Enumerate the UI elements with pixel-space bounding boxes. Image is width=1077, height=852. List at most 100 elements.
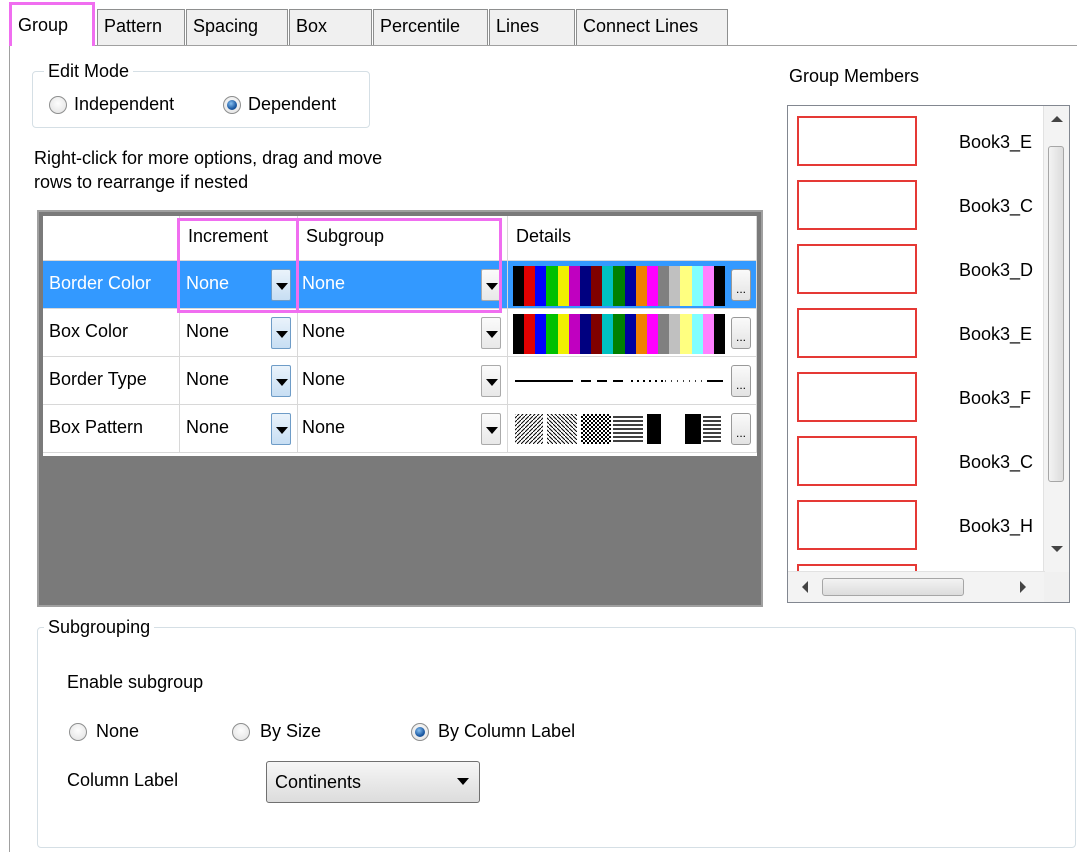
member-label[interactable]: Book3_E bbox=[959, 324, 1032, 345]
color-chip bbox=[546, 266, 558, 306]
color-chip bbox=[646, 314, 659, 354]
subgroup-select-box-pattern[interactable]: None bbox=[298, 405, 508, 453]
column-label-value: Continents bbox=[275, 772, 362, 792]
scroll-down-icon[interactable] bbox=[1051, 546, 1063, 552]
color-chip bbox=[546, 314, 558, 354]
row-label-box-color[interactable]: Box Color bbox=[43, 309, 180, 357]
color-chip bbox=[691, 266, 703, 306]
group-members-list[interactable]: Book3_E Book3_C Book3_D Book3_E Book3_F … bbox=[787, 105, 1070, 603]
line-style-list-swatch bbox=[515, 380, 723, 382]
subgroup-by-column-label-label: By Column Label bbox=[438, 721, 576, 741]
column-label-label: Column Label bbox=[67, 770, 179, 790]
subgroup-by-column-label-radio[interactable] bbox=[411, 723, 429, 741]
tab-pattern[interactable]: Pattern bbox=[97, 9, 185, 45]
row-label-border-type[interactable]: Border Type bbox=[43, 357, 180, 405]
color-chip bbox=[713, 314, 725, 354]
group-grid[interactable]: Increment Subgroup Details Border Color … bbox=[37, 210, 763, 607]
chevron-down-icon[interactable] bbox=[271, 269, 291, 301]
more-button[interactable]: ... bbox=[731, 413, 751, 445]
more-button[interactable]: ... bbox=[731, 317, 751, 349]
vertical-scrollbar[interactable] bbox=[1043, 106, 1069, 572]
member-label[interactable]: Book3_C bbox=[959, 196, 1033, 217]
member-label[interactable]: Book3_C bbox=[959, 452, 1033, 473]
tab-spacing[interactable]: Spacing bbox=[186, 9, 288, 45]
member-swatch bbox=[797, 500, 917, 550]
color-chip bbox=[680, 266, 692, 306]
independent-label: Independent bbox=[74, 94, 175, 114]
subgroup-by-size-radio[interactable] bbox=[232, 723, 250, 741]
subgroup-by-size-label: By Size bbox=[260, 721, 322, 741]
color-chip bbox=[602, 266, 614, 306]
member-label[interactable]: Book3_F bbox=[959, 388, 1031, 409]
color-chip bbox=[513, 266, 525, 306]
color-chip bbox=[535, 266, 547, 306]
pattern-list-swatch bbox=[515, 414, 721, 444]
chevron-down-icon bbox=[457, 778, 469, 785]
tab-bar: Group Pattern Spacing Box Percentile Lin… bbox=[0, 0, 1077, 46]
hint-line-2: rows to rearrange if nested bbox=[34, 172, 249, 192]
header-increment[interactable]: Increment bbox=[180, 216, 298, 261]
member-swatch bbox=[797, 308, 917, 358]
color-chip bbox=[702, 266, 714, 306]
member-swatch bbox=[797, 180, 917, 230]
color-chip bbox=[713, 266, 725, 306]
member-label[interactable]: Book3_D bbox=[959, 260, 1033, 281]
independent-radio[interactable] bbox=[49, 96, 67, 114]
color-chip bbox=[524, 314, 536, 354]
color-chip bbox=[691, 314, 703, 354]
row-label-box-pattern[interactable]: Box Pattern bbox=[43, 405, 180, 453]
color-chip bbox=[624, 314, 636, 354]
tab-box[interactable]: Box bbox=[289, 9, 372, 45]
color-chip bbox=[658, 266, 670, 306]
color-chip bbox=[702, 314, 714, 354]
chevron-down-icon[interactable] bbox=[271, 413, 291, 445]
color-chip bbox=[624, 266, 636, 306]
tab-lines[interactable]: Lines bbox=[489, 9, 575, 45]
subgrouping-title: Subgrouping bbox=[44, 617, 155, 638]
tab-connect-lines[interactable]: Connect Lines bbox=[576, 9, 728, 45]
header-corner bbox=[43, 216, 180, 261]
more-button[interactable]: ... bbox=[731, 269, 751, 301]
more-button[interactable]: ... bbox=[731, 365, 751, 397]
subgroup-select-box-color[interactable]: None bbox=[298, 309, 508, 357]
subgroup-none-radio[interactable] bbox=[69, 723, 87, 741]
color-chip bbox=[669, 266, 681, 306]
color-list-swatch bbox=[513, 314, 725, 354]
chevron-down-icon[interactable] bbox=[481, 365, 501, 397]
scroll-left-icon[interactable] bbox=[802, 581, 808, 593]
horizontal-scrollbar[interactable] bbox=[788, 571, 1045, 602]
header-subgroup[interactable]: Subgroup bbox=[298, 216, 508, 261]
color-chip bbox=[568, 266, 580, 306]
member-label[interactable]: Book3_H bbox=[959, 516, 1033, 537]
scroll-up-icon[interactable] bbox=[1051, 116, 1063, 122]
tab-percentile[interactable]: Percentile bbox=[373, 9, 488, 45]
chevron-down-icon[interactable] bbox=[481, 317, 501, 349]
color-chip bbox=[535, 314, 547, 354]
scroll-corner bbox=[1044, 572, 1069, 602]
tab-divider bbox=[94, 45, 1077, 46]
header-details[interactable]: Details bbox=[508, 216, 757, 261]
color-chip bbox=[680, 314, 692, 354]
row-label-border-color[interactable]: Border Color bbox=[43, 261, 180, 309]
color-chip bbox=[602, 314, 614, 354]
chevron-down-icon[interactable] bbox=[271, 317, 291, 349]
chevron-down-icon[interactable] bbox=[481, 413, 501, 445]
color-chip bbox=[613, 266, 625, 306]
color-chip bbox=[513, 314, 525, 354]
color-chip bbox=[579, 314, 592, 354]
member-swatch bbox=[797, 116, 917, 166]
subgroup-select-border-type[interactable]: None bbox=[298, 357, 508, 405]
vertical-scroll-thumb[interactable] bbox=[1048, 146, 1064, 482]
column-label-select[interactable]: Continents bbox=[266, 761, 480, 803]
tab-group[interactable]: Group bbox=[9, 2, 95, 46]
chevron-down-icon[interactable] bbox=[481, 269, 501, 301]
member-label[interactable]: Book3_E bbox=[959, 132, 1032, 153]
dependent-radio[interactable] bbox=[223, 96, 241, 114]
subgroup-select-border-color[interactable]: None bbox=[298, 261, 508, 309]
member-swatch bbox=[797, 244, 917, 294]
member-swatch bbox=[797, 372, 917, 422]
group-members-title: Group Members bbox=[789, 66, 920, 86]
horizontal-scroll-thumb[interactable] bbox=[822, 578, 964, 596]
scroll-right-icon[interactable] bbox=[1020, 581, 1026, 593]
chevron-down-icon[interactable] bbox=[271, 365, 291, 397]
